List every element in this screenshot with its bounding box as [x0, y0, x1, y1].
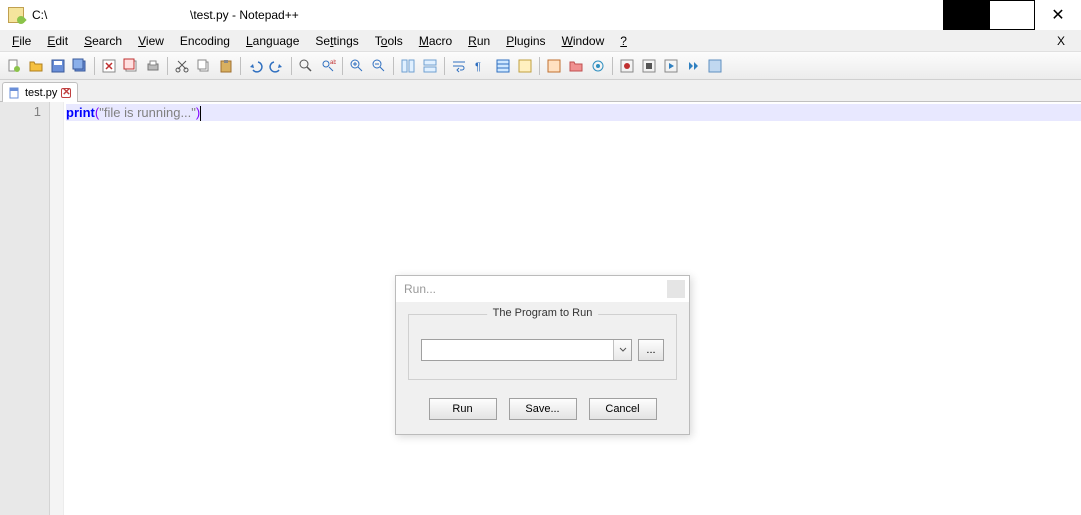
tabbar: test.py ✕ — [0, 80, 1081, 102]
replace-icon[interactable]: ab — [318, 56, 338, 76]
save-icon[interactable] — [48, 56, 68, 76]
tab-close-icon[interactable]: ✕ — [61, 88, 71, 98]
paste-icon[interactable] — [216, 56, 236, 76]
folder-icon[interactable] — [566, 56, 586, 76]
cancel-button[interactable]: Cancel — [589, 398, 657, 420]
wrap-icon[interactable] — [449, 56, 469, 76]
find-icon[interactable] — [296, 56, 316, 76]
minimize-button[interactable] — [943, 0, 989, 30]
menu-window[interactable]: Window — [554, 32, 613, 50]
menu-macro[interactable]: Macro — [411, 32, 460, 50]
fieldset-legend: The Program to Run — [487, 307, 599, 319]
monitor-icon[interactable] — [588, 56, 608, 76]
line-number: 1 — [0, 104, 41, 119]
print-icon[interactable] — [143, 56, 163, 76]
menu-settings[interactable]: Settings — [307, 32, 366, 50]
play-macro-icon[interactable] — [661, 56, 681, 76]
fold-margin — [50, 102, 64, 515]
sync-h-icon[interactable] — [420, 56, 440, 76]
dialog-titlebar[interactable]: Run... — [396, 276, 689, 302]
menu-edit[interactable]: Edit — [39, 32, 76, 50]
new-file-icon[interactable] — [4, 56, 24, 76]
svg-text:ab: ab — [330, 60, 336, 66]
close-file-icon[interactable] — [99, 56, 119, 76]
cut-icon[interactable] — [172, 56, 192, 76]
titlebar: C:\ \test.py - Notepad++ ✕ — [0, 0, 1081, 30]
program-combobox[interactable] — [421, 339, 632, 361]
play-multi-icon[interactable] — [683, 56, 703, 76]
lang-icon[interactable] — [515, 56, 535, 76]
program-input[interactable] — [422, 340, 613, 360]
tab-test-py[interactable]: test.py ✕ — [2, 82, 78, 102]
browse-button[interactable]: ... — [638, 339, 664, 361]
menu-tools[interactable]: Tools — [367, 32, 411, 50]
save-macro-icon[interactable] — [705, 56, 725, 76]
run-button[interactable]: Run — [429, 398, 497, 420]
indent-guide-icon[interactable] — [493, 56, 513, 76]
menu-help[interactable]: ? — [612, 32, 635, 50]
menu-run[interactable]: Run — [460, 32, 498, 50]
stop-macro-icon[interactable] — [639, 56, 659, 76]
menu-overflow[interactable]: X — [1049, 32, 1073, 50]
dialog-close-button[interactable] — [667, 280, 685, 298]
undo-icon[interactable] — [245, 56, 265, 76]
maximize-button[interactable] — [989, 0, 1035, 30]
svg-text:¶: ¶ — [475, 61, 481, 73]
title-path: C:\ — [32, 8, 47, 22]
menu-plugins[interactable]: Plugins — [498, 32, 553, 50]
redo-icon[interactable] — [267, 56, 287, 76]
copy-icon[interactable] — [194, 56, 214, 76]
program-fieldset: The Program to Run ... — [408, 314, 677, 380]
close-all-icon[interactable] — [121, 56, 141, 76]
app-icon — [8, 7, 24, 23]
menu-view[interactable]: View — [130, 32, 172, 50]
run-dialog: Run... The Program to Run ... Run Save..… — [395, 275, 690, 435]
open-file-icon[interactable] — [26, 56, 46, 76]
toolbar: ab ¶ — [0, 52, 1081, 80]
zoom-out-icon[interactable] — [369, 56, 389, 76]
save-all-icon[interactable] — [70, 56, 90, 76]
title-file: \test.py - Notepad++ — [190, 8, 299, 22]
menu-encoding[interactable]: Encoding — [172, 32, 238, 50]
dialog-title: Run... — [404, 282, 436, 296]
dropdown-arrow-icon[interactable] — [613, 340, 631, 360]
menu-file[interactable]: File — [4, 32, 39, 50]
tab-label: test.py — [25, 87, 57, 99]
function-list-icon[interactable] — [544, 56, 564, 76]
menubar: File Edit Search View Encoding Language … — [0, 30, 1081, 52]
close-button[interactable]: ✕ — [1035, 0, 1081, 30]
sync-v-icon[interactable] — [398, 56, 418, 76]
zoom-in-icon[interactable] — [347, 56, 367, 76]
menu-language[interactable]: Language — [238, 32, 307, 50]
line-gutter: 1 — [0, 102, 50, 515]
show-all-chars-icon[interactable]: ¶ — [471, 56, 491, 76]
code-line-1: print("file is running...") — [66, 104, 1081, 121]
save-button[interactable]: Save... — [509, 398, 577, 420]
menu-search[interactable]: Search — [76, 32, 130, 50]
file-icon — [9, 87, 21, 99]
record-macro-icon[interactable] — [617, 56, 637, 76]
window-controls: ✕ — [943, 0, 1081, 30]
